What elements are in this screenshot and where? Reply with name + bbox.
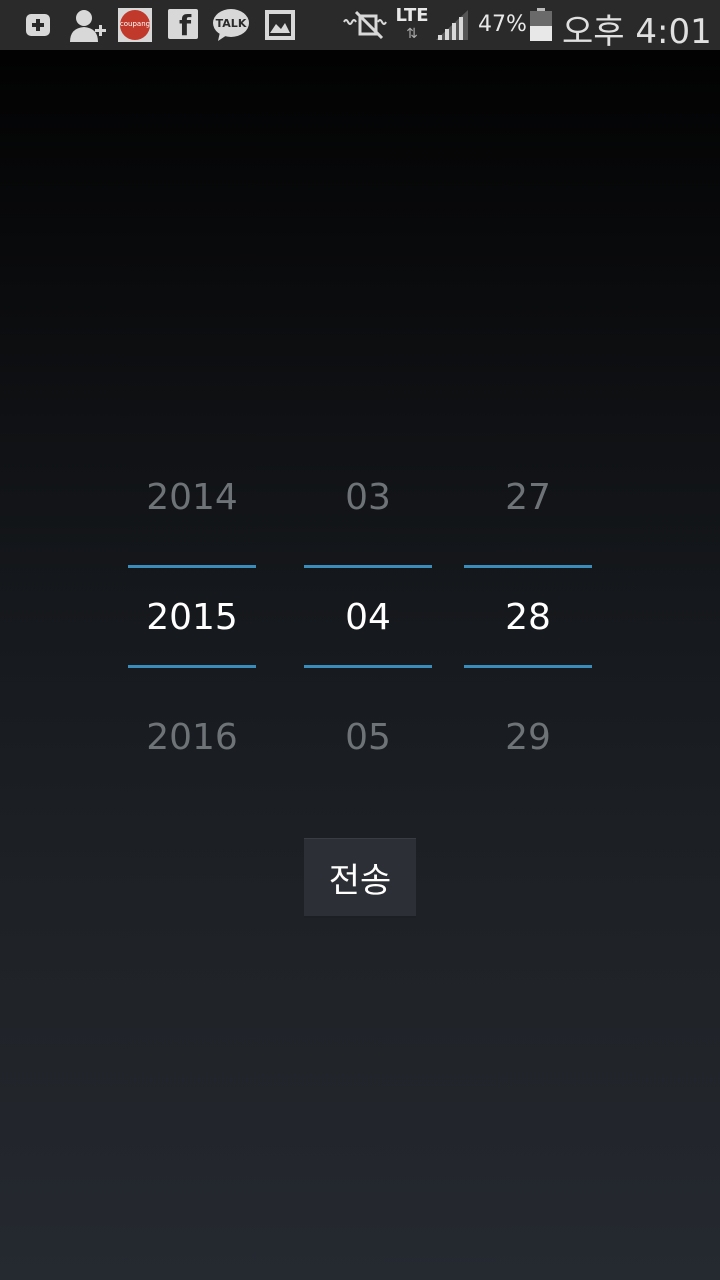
year-divider-bottom (128, 665, 256, 668)
day-divider-bottom (464, 665, 592, 668)
year-picker[interactable]: 2014 2015 2016 (128, 470, 256, 770)
day-picker[interactable]: 27 28 29 (464, 470, 592, 770)
add-contact-icon (70, 10, 106, 42)
gallery-icon (265, 10, 295, 40)
add-icon (26, 14, 50, 36)
day-prev[interactable]: 27 (464, 478, 592, 518)
kakaotalk-icon: TALK (212, 8, 250, 42)
day-current[interactable]: 28 (464, 598, 592, 638)
month-divider-bottom (304, 665, 432, 668)
month-current[interactable]: 04 (304, 598, 432, 638)
day-next[interactable]: 29 (464, 718, 592, 758)
lte-icon: LTE ⇅ (395, 5, 429, 43)
battery-percent: 47% (478, 12, 527, 37)
send-button[interactable]: 전송 (304, 838, 416, 918)
coupang-icon: coupang (118, 8, 152, 42)
clock: 오후 4:01 (562, 12, 712, 52)
year-prev[interactable]: 2014 (128, 478, 256, 518)
year-next[interactable]: 2016 (128, 718, 256, 758)
day-divider-top (464, 565, 592, 568)
month-picker[interactable]: 03 04 05 (304, 470, 432, 770)
month-prev[interactable]: 03 (304, 478, 432, 518)
status-bar: coupang f TALK LTE ⇅ 47% 오후 4:01 (0, 0, 720, 52)
signal-icon (436, 10, 468, 40)
month-next[interactable]: 05 (304, 718, 432, 758)
month-divider-top (304, 565, 432, 568)
year-current[interactable]: 2015 (128, 598, 256, 638)
year-divider-top (128, 565, 256, 568)
battery-icon (530, 8, 552, 41)
mute-icon (343, 10, 387, 40)
facebook-icon: f (168, 9, 198, 40)
